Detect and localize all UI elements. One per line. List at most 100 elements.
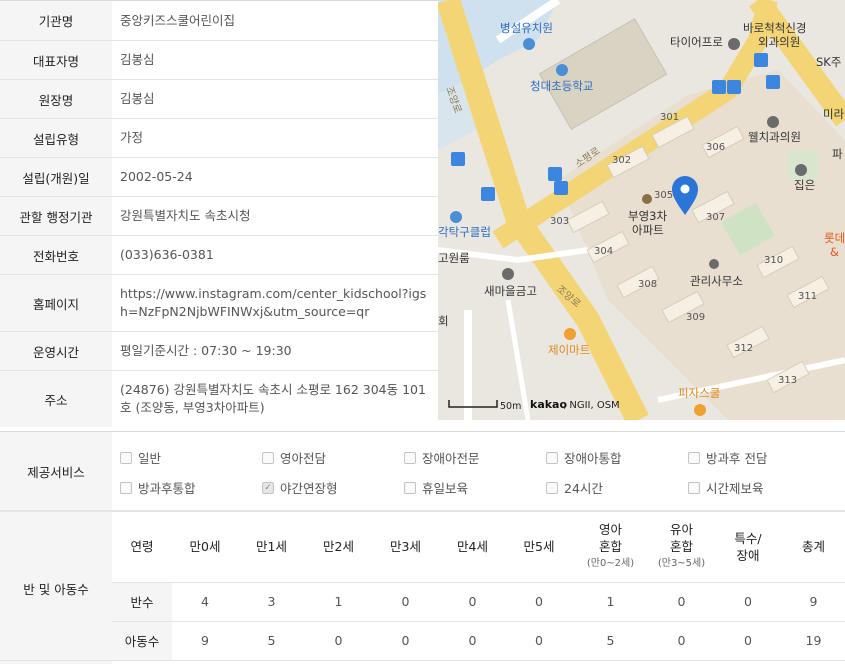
map-label: 각탁구클럽 xyxy=(438,225,491,239)
classes-table: 연령 만0세 만1세 만2세 만3세 만4세 만5세 영아 혼합 (만0~2세)… xyxy=(112,512,845,664)
map-label: SK주 xyxy=(816,55,841,69)
info-value: 김봉심 xyxy=(120,52,155,67)
dental-icon[interactable] xyxy=(767,116,779,128)
checkbox-icon[interactable] xyxy=(262,451,274,464)
bank-icon[interactable] xyxy=(502,268,514,280)
services-label: 제공서비스 xyxy=(0,432,112,510)
building-number: 311 xyxy=(798,291,817,302)
poi-icon[interactable] xyxy=(795,164,807,176)
map-label: 아파트 xyxy=(632,223,664,237)
building-number: 309 xyxy=(686,312,705,323)
service-label: 일반 xyxy=(138,451,162,466)
col-header-line: 혼합 xyxy=(598,539,622,555)
cell-value: 0 xyxy=(372,581,439,621)
col-header: 만4세 xyxy=(457,539,488,555)
info-value: 강원특별자치도 속초시청 xyxy=(120,208,251,223)
cell-value: 3 xyxy=(238,581,305,621)
row-label: 반수 xyxy=(112,581,172,621)
building-number: 304 xyxy=(594,246,613,257)
map-canvas[interactable]: 병설유치원 청대초등학교 타이어프로 바로척척신경 외과의원 SK주 미라 웰치… xyxy=(438,0,845,420)
info-label: 설립(개원)일 xyxy=(0,158,112,196)
service-checkbox[interactable]: 영아전담 xyxy=(262,448,326,467)
col-header-infant-mix: 영아 혼합 (만0~2세) xyxy=(572,512,649,582)
restaurant-icon[interactable] xyxy=(694,404,706,416)
shop-icon[interactable] xyxy=(728,38,740,50)
map-label: 바로척척신경 xyxy=(743,21,806,35)
school-icon[interactable] xyxy=(556,64,568,76)
checkbox-icon[interactable] xyxy=(688,451,700,464)
building-number: 313 xyxy=(778,375,797,386)
map-label: 관리사무소 xyxy=(690,274,743,288)
info-row-founded: 설립(개원)일 2002-05-24 xyxy=(0,158,438,197)
checkbox-icon[interactable] xyxy=(546,481,558,494)
institution-info-table: 기관명 중앙키즈스쿨어린이집 대표자명 김봉심 원장명 김봉심 설립유형 가정 … xyxy=(0,0,438,427)
checkbox-icon[interactable] xyxy=(404,481,416,494)
info-row-homepage: 홈페이지 https://www.instagram.com/center_ki… xyxy=(0,275,438,332)
cell-value: 4 xyxy=(172,581,238,621)
col-header-special: 특수/ 장애 xyxy=(714,512,782,582)
checkbox-icon[interactable] xyxy=(688,481,700,494)
info-row-name: 기관명 중앙키즈스쿨어린이집 xyxy=(0,1,438,41)
service-checkbox[interactable]: 일반 xyxy=(120,448,161,467)
service-checkbox[interactable]: ✓ 야간연장형 xyxy=(262,478,338,497)
kindergarten-icon[interactable] xyxy=(523,38,535,50)
cell-value: 0 xyxy=(506,581,572,621)
service-checkbox[interactable]: 24시간 xyxy=(546,478,603,497)
table-row: 아동수 9 5 0 0 0 0 5 0 0 19 xyxy=(112,620,845,660)
info-row-director: 원장명 김봉심 xyxy=(0,80,438,119)
map-label: 제이마트 xyxy=(548,343,590,357)
apartment-icon[interactable] xyxy=(642,194,652,204)
map-label: 롯데 xyxy=(824,231,845,245)
info-label: 원장명 xyxy=(0,80,112,118)
service-checkbox[interactable]: 시간제보육 xyxy=(688,478,764,497)
sports-icon[interactable] xyxy=(450,211,462,223)
service-checkbox[interactable]: 방과후통합 xyxy=(120,478,196,497)
cell-value: 9 xyxy=(782,581,845,621)
col-header-line: 특수/ xyxy=(734,530,762,546)
map-brand: kakao xyxy=(530,398,567,411)
service-label: 영아전담 xyxy=(280,451,327,466)
map-label: 회 xyxy=(438,314,449,328)
service-checkbox[interactable]: 방과후 전담 xyxy=(688,448,767,467)
mart-icon[interactable] xyxy=(564,328,576,340)
homepage-link[interactable]: https://www.instagram.com/center_kidscho… xyxy=(120,285,430,321)
info-row-rep: 대표자명 김봉심 xyxy=(0,41,438,80)
phone-value[interactable]: (033)636-0381 xyxy=(112,236,438,274)
age-header: 연령 xyxy=(130,539,154,555)
checkbox-icon[interactable] xyxy=(546,451,558,464)
info-row-type: 설립유형 가정 xyxy=(0,119,438,158)
map-label: 청대초등학교 xyxy=(530,79,593,93)
services-checkboxes: 일반 영아전담 장애아전문 장애아통합 방과후 전담 방과후통합 ✓ 야간연장형 … xyxy=(112,432,845,510)
cell-value: 5 xyxy=(238,620,305,660)
info-value-wrap: https://www.instagram.com/center_kidscho… xyxy=(112,275,438,331)
map-attribution: , NGII, OSM xyxy=(563,400,620,411)
map-label: 고원룸 xyxy=(438,251,470,265)
service-label: 장애아전문 xyxy=(422,451,480,466)
location-map[interactable]: 병설유치원 청대초등학교 타이어프로 바로척척신경 외과의원 SK주 미라 웰치… xyxy=(438,0,845,420)
col-header-line: 장애 xyxy=(736,547,760,563)
service-label: 야간연장형 xyxy=(280,481,338,496)
classes-header-row: 연령 만0세 만1세 만2세 만3세 만4세 만5세 영아 혼합 (만0~2세)… xyxy=(112,512,845,582)
office-icon[interactable] xyxy=(709,259,719,269)
cell-value: 5 xyxy=(572,620,649,660)
map-label: 타이어프로 xyxy=(670,35,723,49)
info-value: 중앙키즈스쿨어린이집 xyxy=(120,12,236,28)
row-label: 아동수 xyxy=(112,620,172,660)
building-number: 305 xyxy=(654,190,673,201)
info-value: 2002-05-24 xyxy=(120,169,193,184)
checkbox-icon[interactable] xyxy=(120,451,132,464)
service-checkbox[interactable]: 장애아통합 xyxy=(546,448,622,467)
checkbox-icon[interactable] xyxy=(404,451,416,464)
checkbox-checked-icon[interactable]: ✓ xyxy=(262,481,274,494)
info-row-hours: 운영시간 평일기준시간 : 07:30 ~ 19:30 xyxy=(0,332,438,371)
service-checkbox[interactable]: 휴일보육 xyxy=(404,478,468,497)
building-number: 302 xyxy=(612,155,631,166)
col-header-sub: (만3~5세) xyxy=(657,558,706,570)
service-checkbox[interactable]: 장애아전문 xyxy=(404,448,480,467)
checkbox-icon[interactable] xyxy=(120,481,132,494)
info-row-authority: 관할 행정기관 강원특별자치도 속초시청 xyxy=(0,197,438,236)
cell-value: 0 xyxy=(714,620,782,660)
map-label: 새마을금고 xyxy=(484,284,537,298)
classes-label: 반 및 아동수 xyxy=(0,512,112,664)
col-header-line: 혼합 xyxy=(669,539,693,555)
